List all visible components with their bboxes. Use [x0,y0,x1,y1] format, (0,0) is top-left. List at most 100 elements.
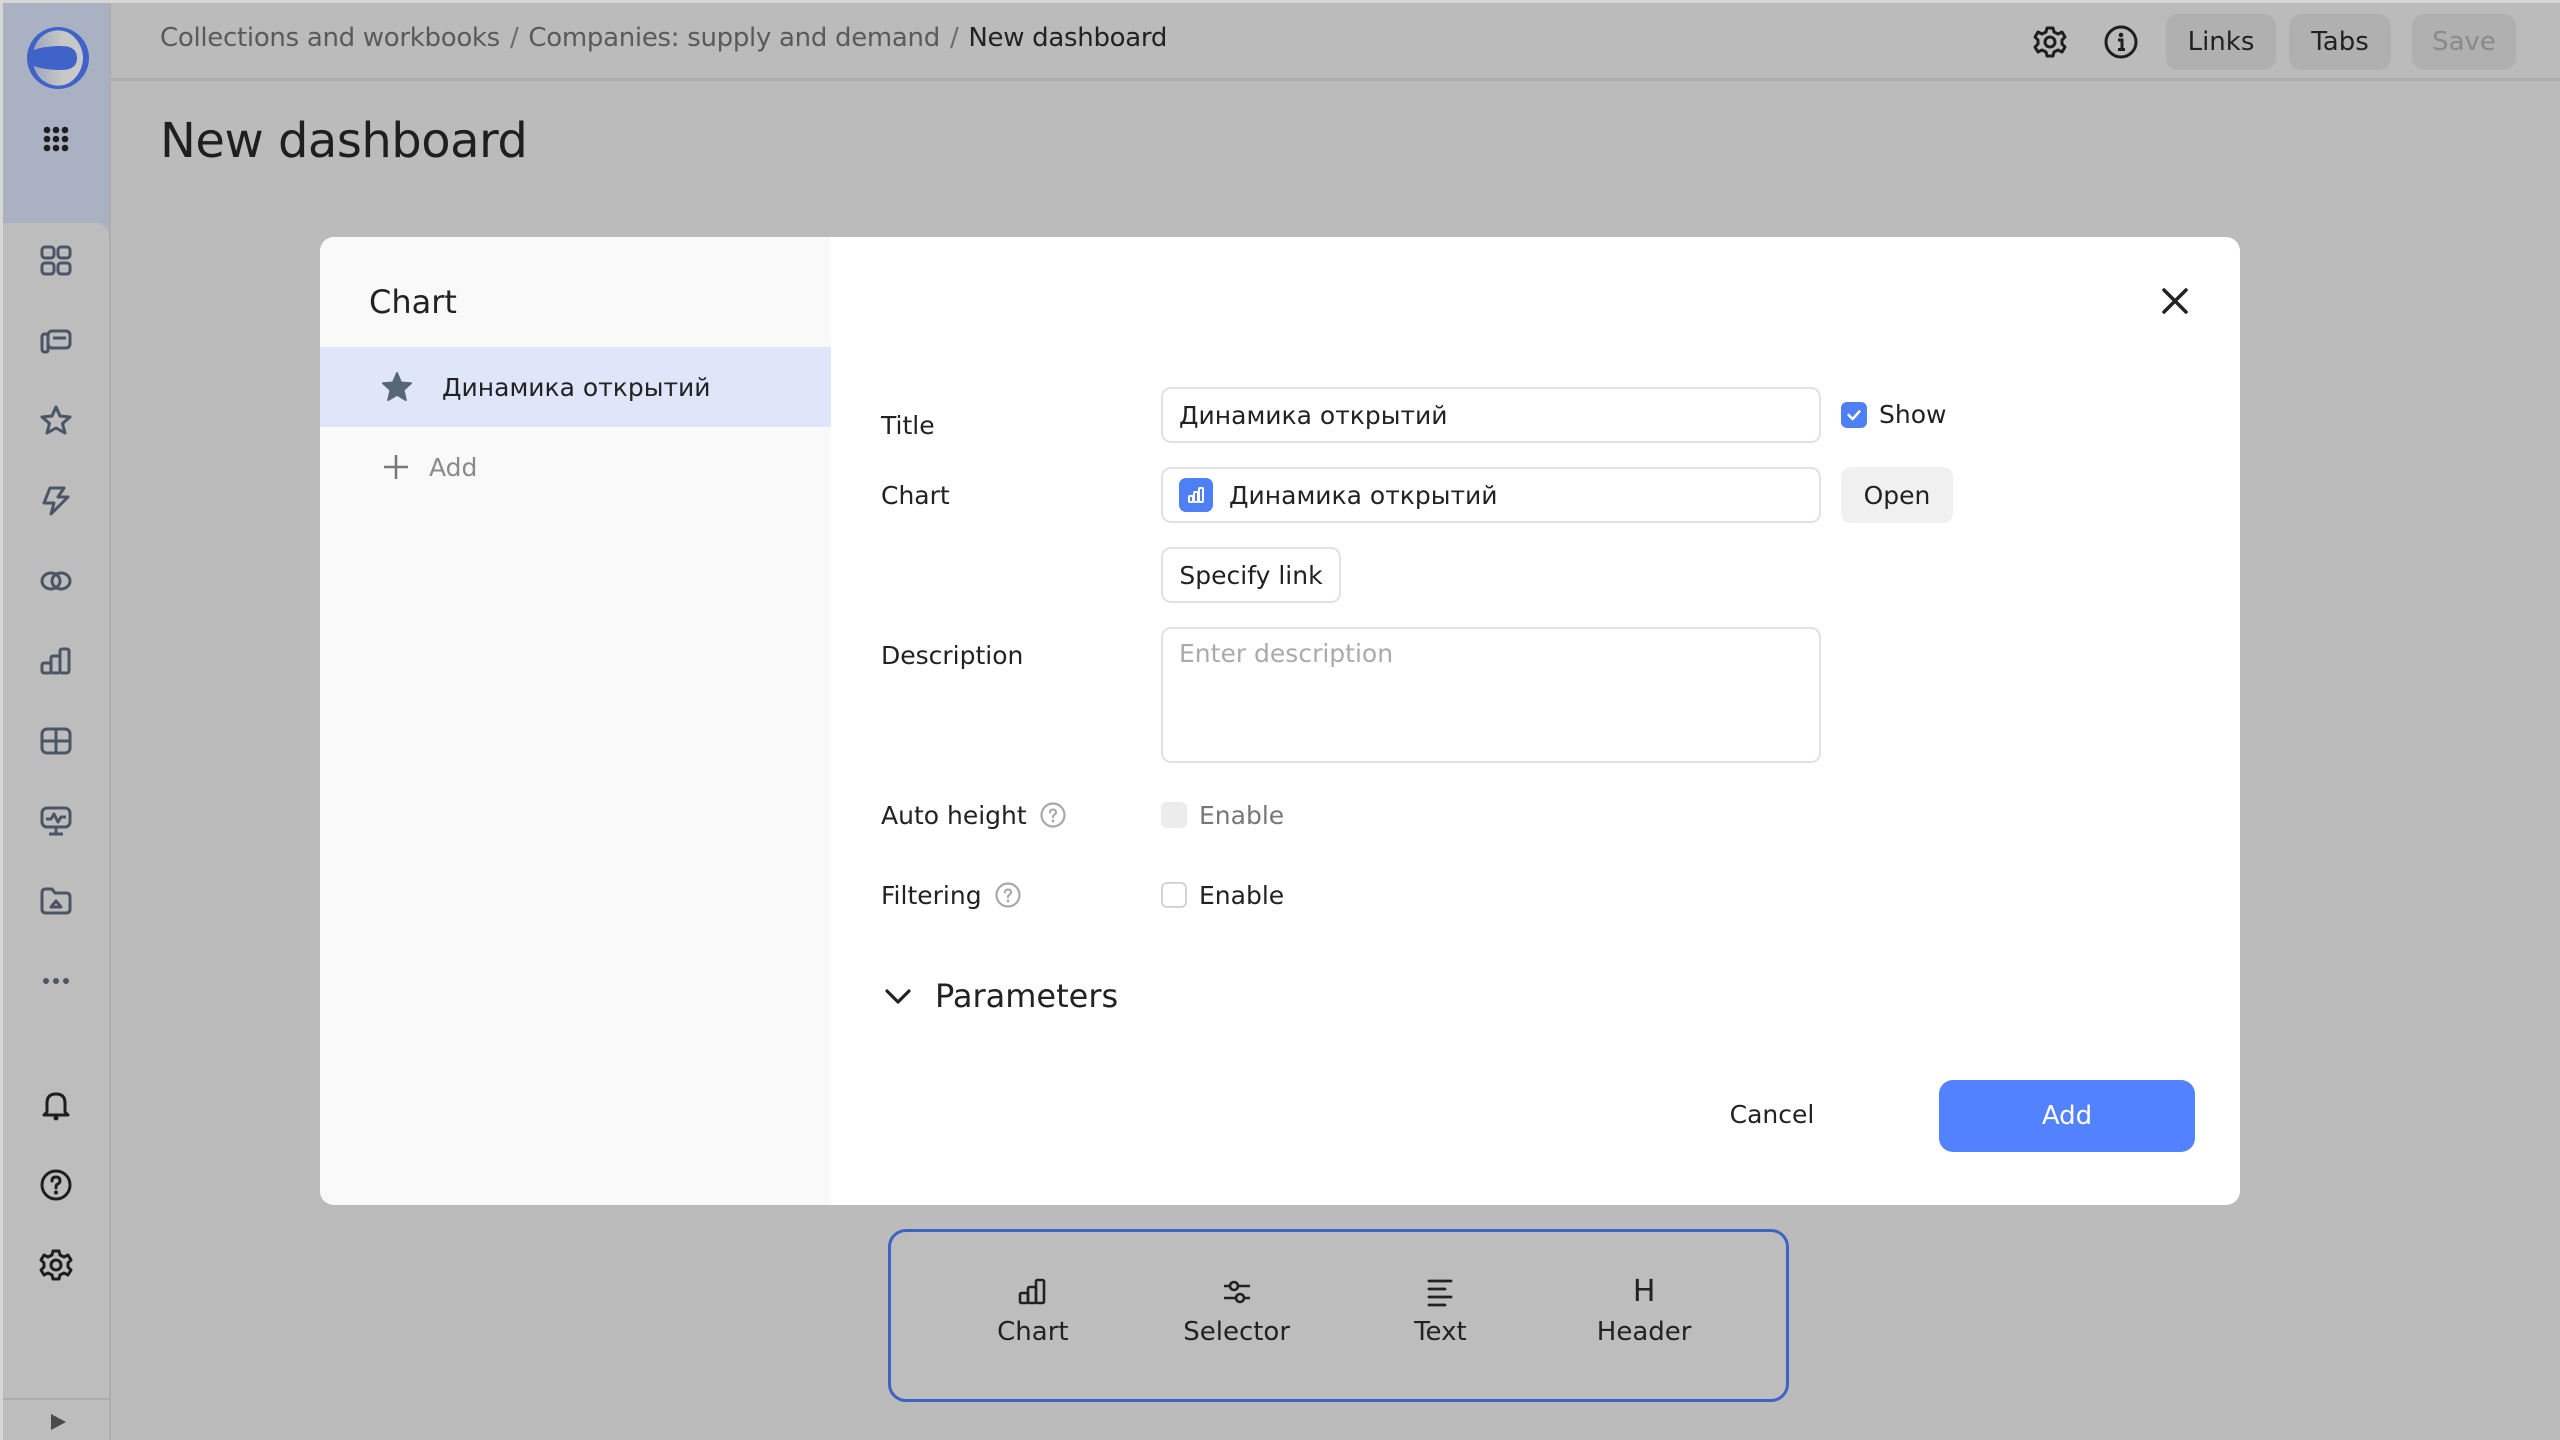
filtering-label: Filtering [881,875,1022,915]
chart-icon [1018,1278,1046,1304]
add-header-widget-button[interactable]: H Header [1564,1273,1724,1347]
sidebar-item-dashboards[interactable] [36,241,76,281]
widget-label: Selector [1183,1316,1291,1347]
cancel-button[interactable]: Cancel [1697,1079,1847,1149]
filtering-option-label: Enable [1199,880,1285,910]
auto-height-option-label: Enable [1199,800,1285,830]
dialog-title: Chart [369,283,457,321]
app-window: Collections and workbooks / Companies: sup… [3,3,2560,1440]
sidebar-item-connections[interactable] [36,481,76,521]
star-icon [40,405,72,435]
dialog-sidebar: Chart Динамика открытий Add [320,237,831,1205]
breadcrumb-workbook[interactable]: Companies: supply and demand [528,23,940,53]
check-icon [1847,409,1861,420]
chart-select-value: Динамика открытий [1229,480,1498,510]
sidebar-item-favorites[interactable] [36,401,76,441]
breadcrumb-separator: / [509,23,519,53]
show-title-checkbox[interactable] [1841,401,1867,428]
sidebar-item-all-services[interactable] [36,119,76,159]
title-label: Title [881,410,935,440]
sidebar-item-folder[interactable] [36,881,76,921]
dialog-widget-item[interactable]: Динамика открытий [320,347,831,427]
chevron-down-icon [885,989,911,1004]
close-icon [2162,288,2188,314]
show-title-toggle[interactable]: Show [1841,400,1946,429]
links-button[interactable]: Links [2166,14,2276,70]
sidebar [3,3,111,1440]
plus-icon [384,455,408,479]
auto-height-label-text: Auto height [881,800,1027,830]
close-dialog-button[interactable] [2155,281,2195,321]
add-text-widget-button[interactable]: Text [1360,1275,1520,1347]
add-selector-widget-button[interactable]: Selector [1157,1275,1317,1347]
add-chart-widget-button[interactable]: Chart [953,1275,1113,1347]
chart-icon [40,647,71,675]
logo-icon [27,27,89,89]
open-chart-button[interactable]: Open [1841,467,1953,523]
widget-label: Header [1596,1316,1692,1347]
dashboard-grid-icon [40,245,72,276]
sidebar-item-monitoring[interactable] [36,801,76,841]
description-label: Description [881,640,1024,670]
top-bar: Collections and workbooks / Companies: sup… [111,3,2560,81]
sidebar-divider [3,1398,109,1400]
add-button[interactable]: Add [1939,1080,2195,1152]
save-button[interactable]: Save [2412,14,2516,70]
dialog-add-widget-button[interactable]: Add [320,427,831,507]
info-button[interactable] [2102,23,2140,61]
title-field[interactable] [1161,387,1821,443]
sidebar-item-datasets[interactable] [36,561,76,601]
datasets-icon [40,571,72,591]
table-icon [40,727,72,755]
breadcrumb-collections[interactable]: Collections and workbooks [160,23,500,53]
sidebar-item-settings[interactable] [36,1245,76,1285]
monitor-icon [40,806,72,836]
auto-height-label: Auto height [881,795,1067,835]
lightning-icon [42,486,70,516]
page-title: New dashboard [160,113,528,169]
play-icon [51,1414,66,1430]
dialog-add-widget-label: Add [429,452,478,482]
folder-icon [40,887,72,915]
dialog-widget-item-label: Динамика открытий [442,372,711,402]
breadcrumb: Collections and workbooks / Companies: sup… [160,23,1167,53]
sidebar-item-charts[interactable] [36,641,76,681]
add-widget-toolbar: Chart Selector Text H Header [888,1229,1789,1402]
filtering-checkbox[interactable] [1161,882,1187,908]
more-icon [43,978,69,984]
gear-icon [2033,26,2067,58]
sidebar-wave [3,173,109,233]
chart-select-field[interactable]: Динамика открытий [1161,467,1821,523]
description-input[interactable] [1161,627,1821,763]
sidebar-item-notifications[interactable] [36,1085,76,1125]
parameters-section-toggle[interactable]: Parameters [881,977,1118,1015]
sidebar-item-collections[interactable] [36,321,76,361]
sidebar-item-more[interactable] [36,961,76,1001]
heading-icon: H [1632,1273,1656,1309]
tabs-button[interactable]: Tabs [2289,14,2391,70]
widget-label: Text [1414,1316,1467,1347]
chart-type-badge [1179,478,1213,512]
filtering-label-text: Filtering [881,880,982,910]
help-circle-icon[interactable] [1039,801,1067,829]
sidebar-item-tables[interactable] [36,721,76,761]
logo[interactable] [25,25,91,91]
breadcrumb-current: New dashboard [968,23,1168,53]
dashboard-settings-button[interactable] [2031,23,2069,61]
help-icon [40,1169,72,1201]
widget-label: Chart [997,1316,1069,1347]
title-input[interactable] [1179,400,1819,430]
parameters-label: Parameters [935,977,1119,1015]
star-filled-icon [382,372,412,401]
auto-height-checkbox[interactable] [1161,802,1187,828]
specify-link-button[interactable]: Specify link [1161,547,1341,603]
settings-icon [39,1249,73,1281]
apps-grid-icon [43,126,69,152]
auto-height-toggle[interactable]: Enable [1161,795,1284,835]
info-icon [2104,25,2138,59]
sidebar-item-help[interactable] [36,1165,76,1205]
collections-icon [40,329,72,354]
filtering-toggle[interactable]: Enable [1161,875,1284,915]
help-circle-icon[interactable] [994,881,1022,909]
sidebar-collapse-button[interactable] [43,1408,73,1436]
